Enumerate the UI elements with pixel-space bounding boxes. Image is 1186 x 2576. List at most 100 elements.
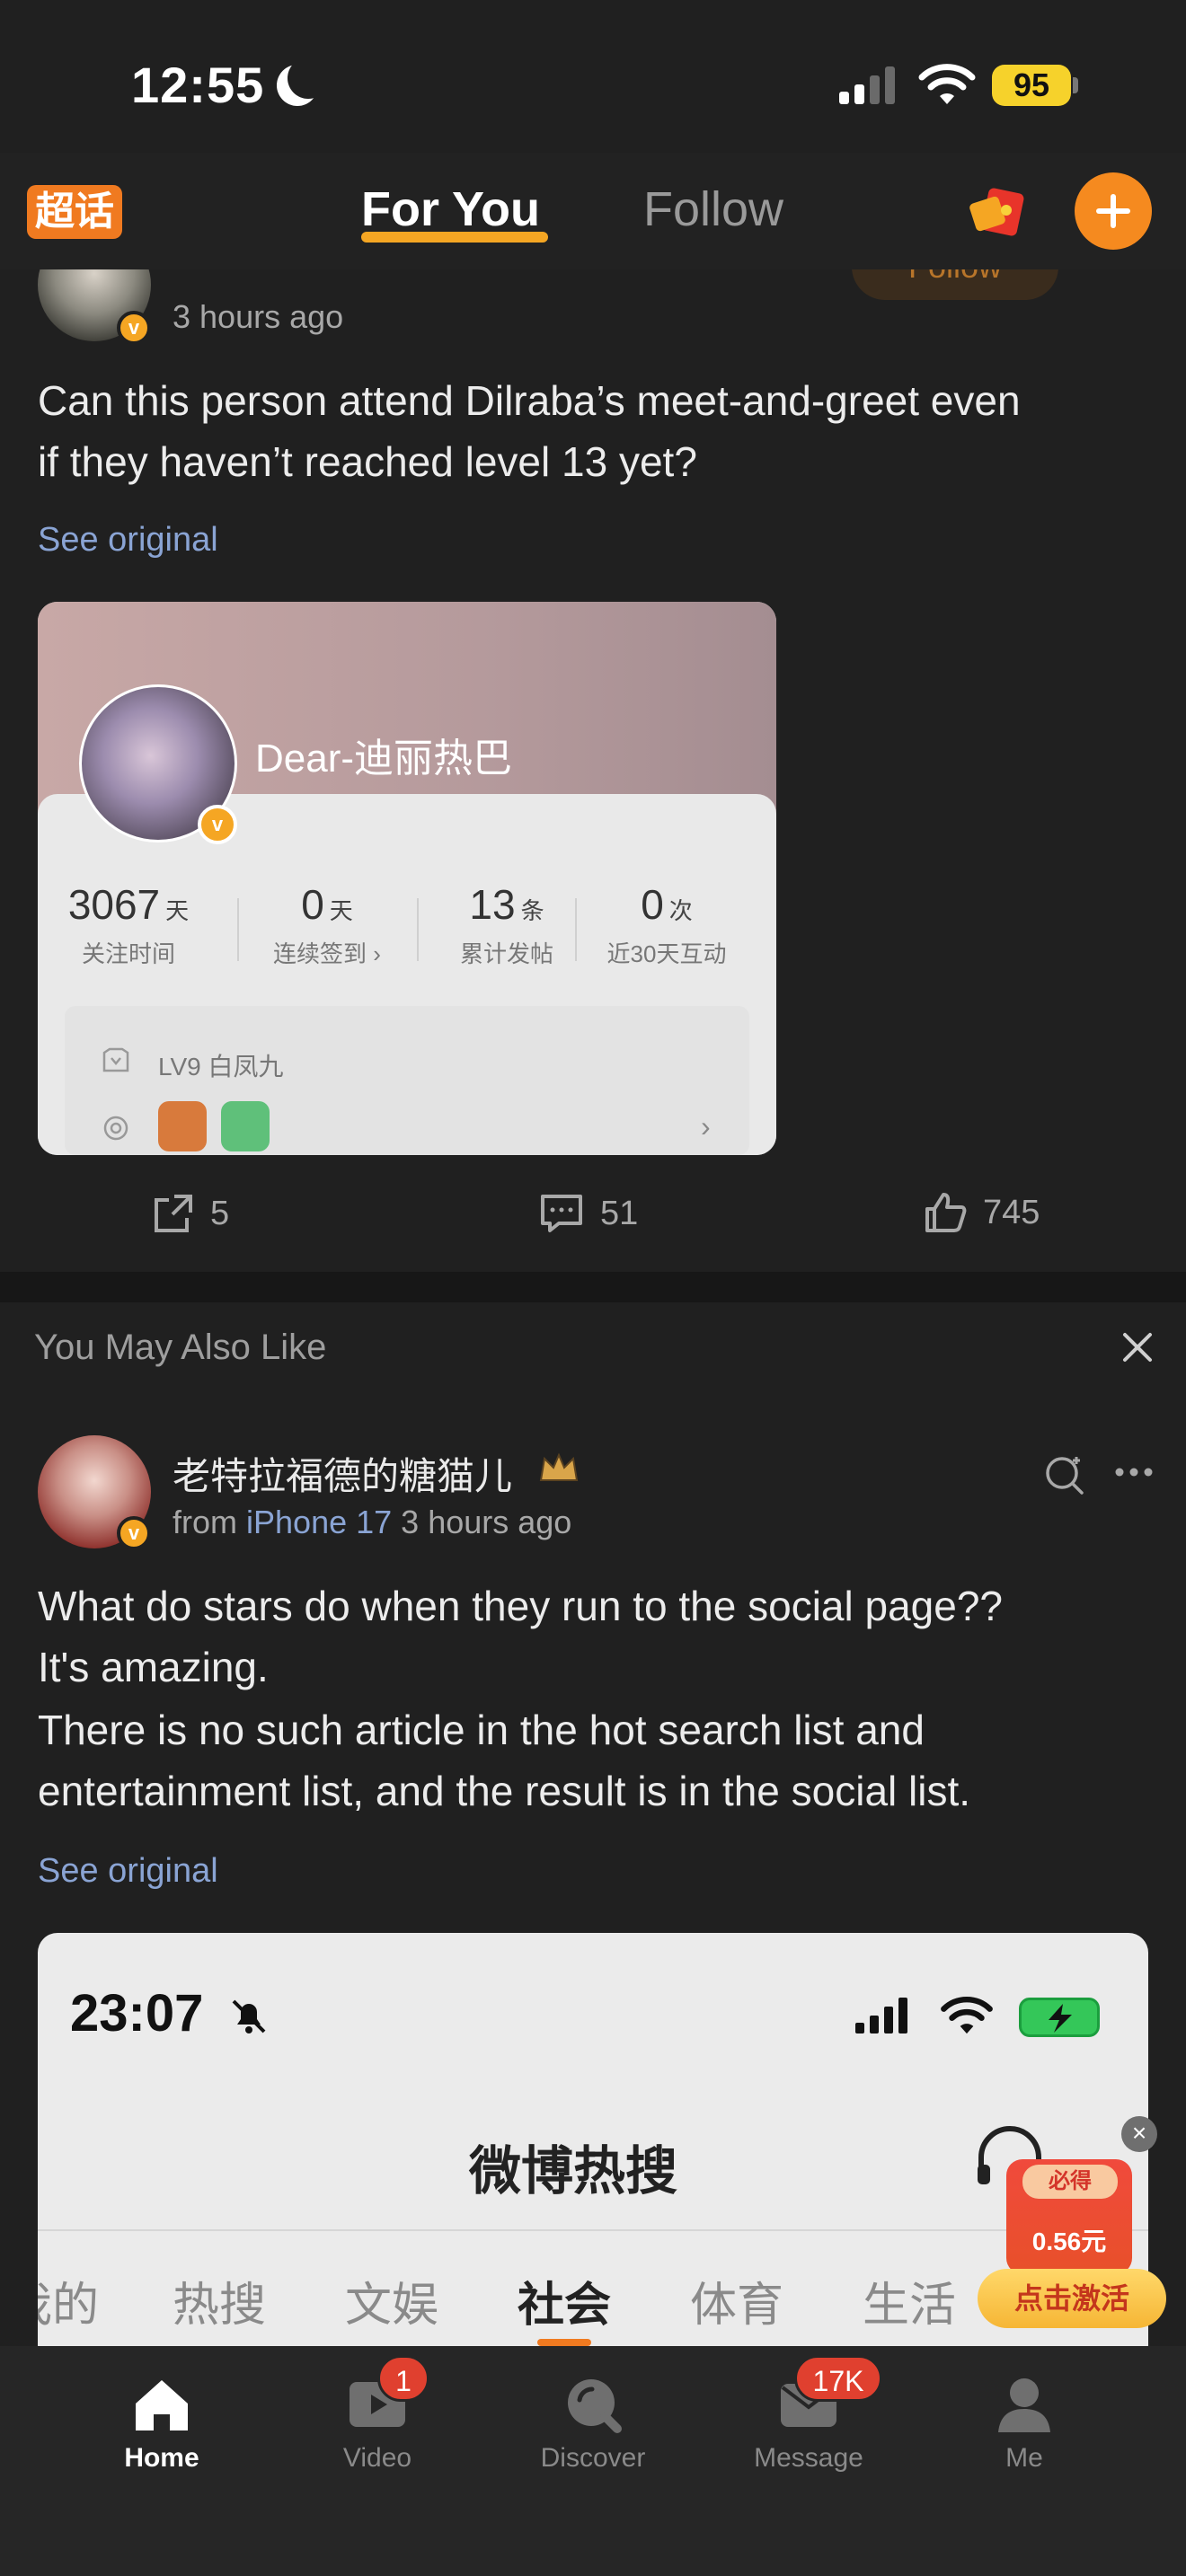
post1-time: 3 hours ago xyxy=(173,298,344,335)
video-badge: 1 xyxy=(377,2355,429,2402)
stat-value: 3067 xyxy=(67,881,161,928)
screenshot-status-time: 23:07 xyxy=(70,1984,204,2042)
screenshot-signal-icon xyxy=(855,1998,907,2033)
stat-unit: 条 xyxy=(520,897,544,924)
tab-home[interactable]: Home xyxy=(72,2373,252,2474)
like-button[interactable]: 745 xyxy=(924,1191,1040,1234)
post2-text-line1: What do stars do when they run to the so… xyxy=(38,1583,1003,1629)
screenshot-tab-mine: 我的 xyxy=(38,2280,100,2332)
crown-badge-icon xyxy=(539,1452,579,1481)
person-icon xyxy=(998,2378,1050,2432)
screenshot-tab-hot: 热搜 xyxy=(173,2280,267,2332)
post2-see-original-link[interactable]: See original xyxy=(38,1852,218,1891)
comment-button[interactable]: 51 xyxy=(539,1193,638,1234)
post1-image-card[interactable]: v Dear-迪丽热巴 3067 天 关注时间 0天 连续签到 › 13 条 累计发… xyxy=(38,602,776,1155)
card-stat-3: 13 条 累计发帖 xyxy=(417,880,597,969)
stat-label: 连续签到 › xyxy=(273,940,381,967)
compose-plus-button[interactable] xyxy=(1075,172,1152,250)
post2-text-line3: There is no such article in the hot sear… xyxy=(38,1707,925,1753)
battery-indicator: 95 xyxy=(992,65,1071,106)
stat-unit: 天 xyxy=(329,897,353,924)
post2-text-line2: It's amazing. xyxy=(38,1644,269,1690)
search-plus-icon[interactable] xyxy=(1044,1453,1085,1495)
promo-activate-button[interactable]: 点击激活 xyxy=(978,2269,1166,2328)
tab-video[interactable]: Video xyxy=(288,2373,467,2474)
discover-icon xyxy=(568,2379,622,2433)
screenshot-wifi-icon xyxy=(941,1996,993,2034)
tab-discover[interactable]: Discover xyxy=(503,2373,683,2474)
verified-badge-icon: v xyxy=(117,311,151,345)
tab-label: Me xyxy=(1005,2443,1043,2473)
from-prefix: from xyxy=(173,1504,237,1540)
battery-tip xyxy=(1073,77,1078,93)
tab-for-you[interactable]: For You xyxy=(361,181,540,237)
stat-unit: 天 xyxy=(165,897,190,924)
section-divider xyxy=(0,1272,1186,1302)
tab-label: Video xyxy=(342,2443,412,2473)
badge-green-icon xyxy=(221,1101,270,1151)
card-stat-1: 3067 天 关注时间 xyxy=(38,880,219,969)
red-packet-icon[interactable] xyxy=(969,183,1026,237)
supertopic-logo[interactable]: 超话 xyxy=(27,185,122,239)
tab-label: Home xyxy=(124,2443,199,2473)
medal-icon xyxy=(103,1116,128,1141)
post2-author-name[interactable]: 老特拉福德的糖猫儿 xyxy=(173,1446,512,1501)
wifi-icon xyxy=(918,64,976,104)
like-count: 745 xyxy=(983,1193,1040,1231)
promo-label: 必得 xyxy=(1022,2165,1118,2199)
stat-unit: 次 xyxy=(668,897,693,924)
chevron-right-icon[interactable]: › xyxy=(701,1110,711,1143)
screenshot-tab-life: 生活 xyxy=(863,2280,957,2332)
device-link[interactable]: iPhone 17 xyxy=(246,1504,392,1540)
bell-slash-icon xyxy=(232,1999,266,2033)
level-shield-icon xyxy=(102,1047,129,1072)
card-verified-icon: v xyxy=(198,805,237,844)
message-badge: 17K xyxy=(794,2355,882,2402)
more-icon[interactable] xyxy=(1114,1466,1154,1478)
card-stat-4: 0次 近30天互动 xyxy=(577,880,757,969)
screenshot-divider xyxy=(38,2229,1148,2231)
comment-icon xyxy=(541,1195,582,1232)
promo-close-icon[interactable]: × xyxy=(1121,2116,1157,2152)
home-icon xyxy=(136,2380,188,2430)
status-time: 12:55 xyxy=(131,57,265,113)
thumbs-up-icon xyxy=(925,1193,967,1232)
tab-me[interactable]: Me xyxy=(934,2373,1114,2474)
tab-follow[interactable]: Follow xyxy=(643,181,783,237)
tab-label: Message xyxy=(754,2443,863,2473)
post2-meta: from iPhone 17 3 hours ago xyxy=(173,1504,571,1541)
stat-value: 13 xyxy=(469,881,516,928)
screenshot-tab-underline xyxy=(537,2339,591,2346)
post2-text-line4: entertainment list, and the result is in… xyxy=(38,1768,971,1814)
share-count: 5 xyxy=(210,1194,230,1232)
stat-label: 累计发帖 xyxy=(459,940,553,967)
card-level-label: LV9 白凤九 xyxy=(158,1053,284,1081)
you-may-also-like-heading: You May Also Like xyxy=(34,1328,327,1367)
share-icon xyxy=(155,1195,192,1232)
moon-icon xyxy=(288,57,329,99)
tab-label: Discover xyxy=(540,2443,646,2473)
active-tab-indicator xyxy=(361,232,548,243)
post1-text-line2: if they haven’t reached level 13 yet? xyxy=(38,438,697,485)
cellular-signal-icon xyxy=(839,65,895,104)
screenshot-tab-entertainment: 文娱 xyxy=(345,2280,439,2332)
stat-value: 0 xyxy=(641,881,664,928)
card-stat-2[interactable]: 0天 连续签到 › xyxy=(237,880,417,969)
post1-see-original-link[interactable]: See original xyxy=(38,521,218,560)
post1-text-line1: Can this person attend Dilraba’s meet-an… xyxy=(38,377,1021,424)
screenshot-battery-charging-icon xyxy=(1019,1998,1100,2037)
close-icon[interactable] xyxy=(1120,1329,1155,1365)
post2-time: 3 hours ago xyxy=(401,1504,572,1540)
card-user-name: Dear-迪丽热巴 xyxy=(255,737,513,781)
screenshot-tab-society: 社会 xyxy=(518,2280,612,2332)
screenshot-tab-sports: 体育 xyxy=(690,2280,784,2332)
promo-amount: 0.56元 xyxy=(1031,2228,1107,2255)
stat-label: 关注时间 xyxy=(81,940,175,967)
badge-orange-icon xyxy=(158,1101,207,1151)
share-button[interactable]: 5 xyxy=(151,1193,229,1234)
stat-value: 0 xyxy=(301,881,324,928)
comment-count: 51 xyxy=(600,1194,639,1232)
stat-label: 近30天互动 xyxy=(606,940,727,967)
verified-badge-icon: v xyxy=(117,1516,151,1550)
screenshot-title: 微博热搜 xyxy=(469,2142,678,2201)
